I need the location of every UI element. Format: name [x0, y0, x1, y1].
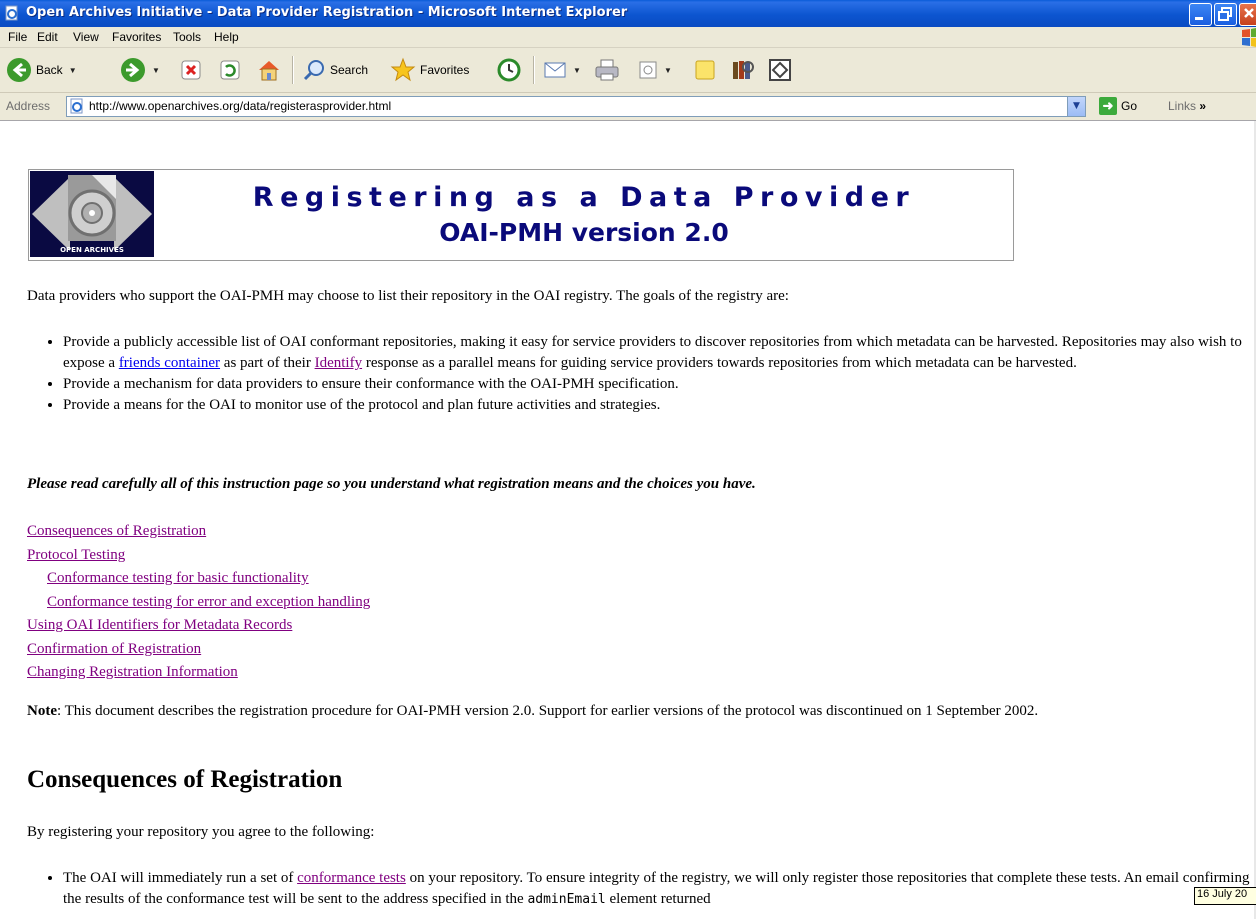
minimize-button[interactable] [1189, 3, 1212, 26]
toc-confirmation-link[interactable]: Confirmation of Registration [27, 641, 201, 657]
close-button[interactable] [1239, 3, 1256, 26]
oai-logo: OPEN ARCHIVES [30, 171, 154, 257]
stop-icon [181, 60, 201, 80]
toc-oai-identifiers-link[interactable]: Using OAI Identifiers for Metadata Recor… [27, 617, 292, 633]
mail-icon [544, 62, 566, 78]
address-label: Address [6, 99, 51, 113]
minimize-icon [1195, 17, 1203, 20]
page-content: OPEN ARCHIVES Registering as a Data Prov… [0, 121, 1256, 919]
maximize-button[interactable] [1214, 3, 1237, 26]
history-icon [497, 58, 521, 82]
menu-view[interactable]: View [73, 30, 99, 44]
toc-consequences-link[interactable]: Consequences of Registration [27, 523, 206, 539]
edit-button[interactable]: ▼ [638, 56, 672, 84]
goals-list: Provide a publicly accessible list of OA… [27, 332, 1256, 416]
favorites-button[interactable]: Favorites [390, 56, 469, 84]
conformance-tests-link[interactable]: conformance tests [297, 870, 406, 886]
go-arrow-icon: ➜ [1099, 97, 1117, 115]
ie-page-icon [5, 5, 18, 21]
restore-icon [1218, 7, 1232, 21]
dropdown-arrow-icon[interactable]: ▼ [152, 66, 160, 75]
search-button[interactable]: Search [302, 56, 368, 84]
address-url: http://www.openarchives.org/data/registe… [89, 99, 392, 113]
banner-subtitle: OAI-PMH version 2.0 [439, 218, 729, 247]
dropdown-arrow-icon[interactable]: ▼ [664, 66, 672, 75]
identify-link[interactable]: Identify [315, 355, 362, 371]
title-bar: Open Archives Initiative - Data Provider… [0, 0, 1256, 27]
list-item: Provide a mechanism for data providers t… [63, 374, 1256, 395]
friends-container-link[interactable]: friends container [119, 355, 220, 371]
toc-basic-functionality-link[interactable]: Conformance testing for basic functional… [47, 570, 309, 586]
star-icon [390, 57, 416, 82]
logo-text: OPEN ARCHIVES [60, 246, 124, 254]
windows-logo-icon [1230, 27, 1256, 47]
refresh-button[interactable] [219, 56, 241, 84]
address-dropdown-icon[interactable]: ▼ [1067, 97, 1085, 116]
menu-file[interactable]: File [8, 30, 27, 44]
list-item: The OAI will immediately run a set of co… [63, 868, 1256, 910]
page-banner: OPEN ARCHIVES Registering as a Data Prov… [28, 169, 1014, 261]
note-paragraph: Note: This document describes the regist… [27, 703, 1039, 719]
window-title: Open Archives Initiative - Data Provider… [26, 5, 628, 20]
printer-icon [595, 59, 619, 81]
close-icon [1244, 8, 1254, 18]
toc-error-handling-link[interactable]: Conformance testing for error and except… [47, 594, 370, 610]
address-input[interactable]: http://www.openarchives.org/data/registe… [66, 96, 1086, 117]
date-tooltip: 16 July 20 [1194, 887, 1256, 905]
warning-text: Please read carefully all of this instru… [27, 476, 756, 492]
forward-button[interactable]: ▼ [120, 56, 160, 84]
intro-paragraph: Data providers who support the OAI-PMH m… [27, 288, 789, 304]
go-button[interactable]: ➜ Go [1099, 97, 1137, 115]
dropdown-arrow-icon[interactable]: ▼ [69, 66, 77, 75]
open-archives-logo-icon [32, 175, 152, 251]
menu-favorites[interactable]: Favorites [112, 30, 161, 44]
toc-protocol-testing-link[interactable]: Protocol Testing [27, 547, 125, 563]
menu-help[interactable]: Help [214, 30, 239, 44]
consequences-list: The OAI will immediately run a set of co… [27, 868, 1256, 910]
ie-page-icon [70, 98, 83, 114]
mail-button[interactable]: ▼ [543, 56, 581, 84]
research-icon [733, 61, 754, 79]
standard-toolbar: Back ▼ ▼ Search Favorites ▼ ▼ [0, 48, 1256, 93]
forward-arrow-icon [121, 58, 145, 82]
search-icon [303, 60, 324, 81]
list-item: Provide a publicly accessible list of OA… [63, 332, 1256, 374]
history-button[interactable] [496, 56, 522, 84]
messenger-button[interactable] [768, 56, 792, 84]
menu-bar: File Edit View Favorites Tools Help [0, 27, 1256, 48]
research-button[interactable] [730, 56, 756, 84]
links-button[interactable]: Links » [1168, 99, 1206, 113]
stop-button[interactable] [180, 56, 202, 84]
menu-tools[interactable]: Tools [173, 30, 201, 44]
toc-changing-info-link[interactable]: Changing Registration Information [27, 664, 238, 680]
back-button[interactable]: Back ▼ [6, 56, 77, 84]
note-icon [695, 60, 715, 80]
refresh-icon [220, 60, 240, 80]
menu-edit[interactable]: Edit [37, 30, 58, 44]
dropdown-arrow-icon[interactable]: ▼ [573, 66, 581, 75]
address-bar: Address http://www.openarchives.org/data… [0, 93, 1256, 121]
section-heading: Consequences of Registration [27, 766, 343, 793]
table-of-contents: Consequences of Registration Protocol Te… [27, 520, 370, 685]
home-button[interactable] [256, 56, 282, 84]
notes-button[interactable] [693, 56, 717, 84]
diamond-icon [769, 59, 791, 81]
banner-title: Registering as a Data Provider [252, 182, 916, 213]
print-button[interactable] [594, 56, 620, 84]
back-arrow-icon [7, 58, 31, 82]
section-intro: By registering your repository you agree… [27, 824, 375, 840]
home-icon [259, 61, 279, 81]
edit-icon [639, 61, 657, 79]
list-item: Provide a means for the OAI to monitor u… [63, 395, 1256, 416]
